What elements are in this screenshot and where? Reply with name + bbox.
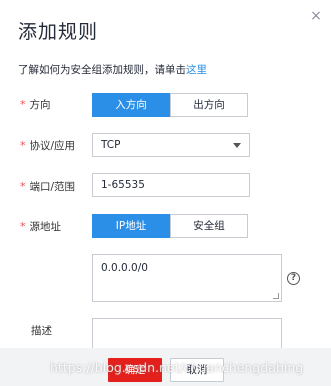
source-address-textarea[interactable]: 0.0.0.0/0 [92,254,282,302]
resize-grip-icon[interactable] [273,293,279,299]
source-address-value: 0.0.0.0/0 [101,262,148,274]
source-ip-button[interactable]: IP地址 [92,214,170,238]
port-input[interactable]: 1-65535 [92,173,250,197]
direction-inbound-button[interactable]: 入方向 [92,93,170,117]
dialog-title: 添加规则 [18,21,99,43]
dialog-footer [0,348,331,386]
close-icon[interactable]: × [308,8,324,24]
cancel-button[interactable]: 取消 [170,358,224,382]
ok-button[interactable]: 确定 [108,358,162,382]
help-icon[interactable]: ? [287,272,300,285]
protocol-value: TCP [101,139,121,151]
required-mark: * [20,180,26,193]
required-mark: * [20,220,26,233]
protocol-label-row: * 协议/应用 [20,138,75,153]
direction-label: 方向 [29,99,51,111]
protocol-select[interactable]: TCP [92,133,250,157]
source-security-group-button[interactable]: 安全组 [170,214,248,238]
help-link[interactable]: 这里 [186,64,207,76]
direction-label-row: * 方向 [20,97,51,112]
source-label-row: * 源地址 [20,219,61,234]
required-mark: * [20,139,26,152]
intro-text: 了解如何为安全组添加规则，请单击这里 [18,62,207,77]
protocol-label: 协议/应用 [29,140,76,152]
required-mark: * [20,98,26,111]
chevron-down-icon [233,143,241,148]
description-label: 描述 [31,325,52,337]
port-label: 端口/范围 [29,181,76,193]
port-label-row: * 端口/范围 [20,179,75,194]
intro-text-content: 了解如何为安全组添加规则，请单击 [18,64,186,76]
source-label: 源地址 [29,221,62,233]
direction-outbound-button[interactable]: 出方向 [170,93,248,117]
